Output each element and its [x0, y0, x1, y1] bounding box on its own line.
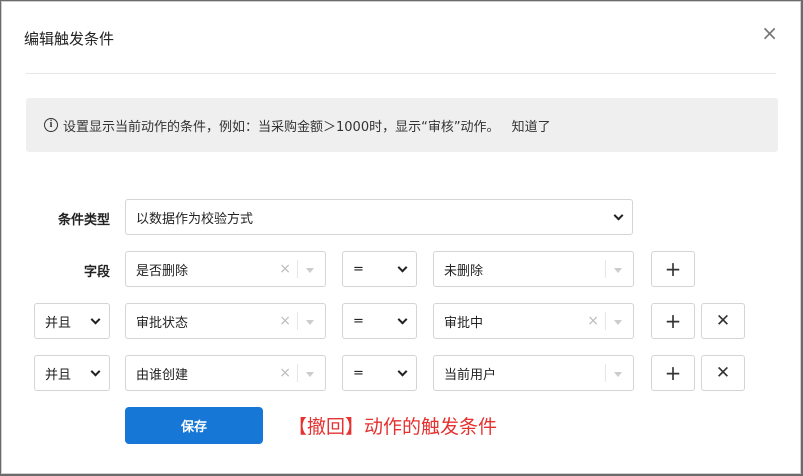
caret-down-icon	[614, 372, 622, 377]
info-icon: i	[44, 118, 58, 132]
value-text: 审批中	[444, 315, 484, 331]
value-select[interactable]: 未删除	[433, 251, 634, 287]
save-button[interactable]: 保存	[125, 407, 263, 444]
operator-value: =	[353, 261, 364, 277]
info-notice: i 设置显示当前动作的条件，例如：当采购金额＞1000时，显示“审核”动作。 知…	[26, 98, 778, 152]
close-icon[interactable]: ×	[761, 23, 778, 43]
header-divider	[26, 73, 776, 74]
select-separator	[605, 260, 606, 278]
remove-condition-button[interactable]: ✕	[701, 355, 745, 391]
clear-icon[interactable]: ×	[279, 365, 291, 381]
add-condition-button[interactable]: +	[651, 355, 695, 391]
logic-select[interactable]: 并且	[34, 303, 110, 339]
operator-value: =	[353, 313, 364, 329]
chevron-down-icon	[397, 314, 408, 325]
caret-down-icon	[306, 268, 314, 273]
select-separator	[297, 364, 298, 382]
value-text: 当前用户	[444, 367, 497, 383]
operator-select[interactable]: =	[342, 251, 417, 287]
field-select[interactable]: 由谁创建 ×	[125, 355, 326, 391]
condition-type-label: 条件类型	[57, 213, 110, 228]
chevron-down-icon	[613, 210, 624, 221]
operator-select[interactable]: =	[342, 303, 417, 339]
value-select[interactable]: 当前用户	[433, 355, 634, 391]
chevron-down-icon	[90, 366, 101, 377]
condition-type-value: 以数据作为校验方式	[136, 211, 254, 227]
field-value: 是否删除	[136, 263, 189, 279]
remove-condition-button[interactable]: ✕	[701, 303, 745, 339]
chevron-down-icon	[90, 314, 101, 325]
logic-select[interactable]: 并且	[34, 355, 110, 391]
logic-value: 并且	[45, 367, 72, 383]
caret-down-icon	[306, 320, 314, 325]
field-value: 审批状态	[136, 315, 189, 331]
clear-icon[interactable]: ×	[279, 261, 291, 277]
notice-text: 设置显示当前动作的条件，例如：当采购金额＞1000时，显示“审核”动作。	[63, 119, 500, 135]
chevron-down-icon	[397, 366, 408, 377]
value-select[interactable]: 审批中 ×	[433, 303, 634, 339]
add-condition-button[interactable]: +	[651, 251, 695, 287]
operator-select[interactable]: =	[342, 355, 417, 391]
add-condition-button[interactable]: +	[651, 303, 695, 339]
clear-icon[interactable]: ×	[279, 313, 291, 329]
field-value: 由谁创建	[136, 367, 189, 383]
annotation-text: 【撤回】动作的触发条件	[288, 416, 498, 438]
dismiss-notice-link[interactable]: 知道了	[512, 116, 551, 135]
operator-value: =	[353, 365, 364, 381]
field-select[interactable]: 是否删除 ×	[125, 251, 326, 287]
field-select[interactable]: 审批状态 ×	[125, 303, 326, 339]
caret-down-icon	[614, 320, 622, 325]
caret-down-icon	[614, 268, 622, 273]
dialog-title: 编辑触发条件	[24, 30, 115, 48]
select-separator	[605, 312, 606, 330]
edit-trigger-dialog: 编辑触发条件 × i 设置显示当前动作的条件，例如：当采购金额＞1000时，显示…	[1, 1, 801, 474]
logic-value: 并且	[45, 315, 72, 331]
clear-icon[interactable]: ×	[587, 313, 599, 329]
chevron-down-icon	[397, 262, 408, 273]
select-separator	[297, 312, 298, 330]
caret-down-icon	[306, 372, 314, 377]
field-label: 字段	[83, 265, 110, 280]
select-separator	[605, 364, 606, 382]
value-text: 未删除	[444, 263, 484, 279]
select-separator	[297, 260, 298, 278]
condition-type-select[interactable]: 以数据作为校验方式	[125, 199, 633, 235]
